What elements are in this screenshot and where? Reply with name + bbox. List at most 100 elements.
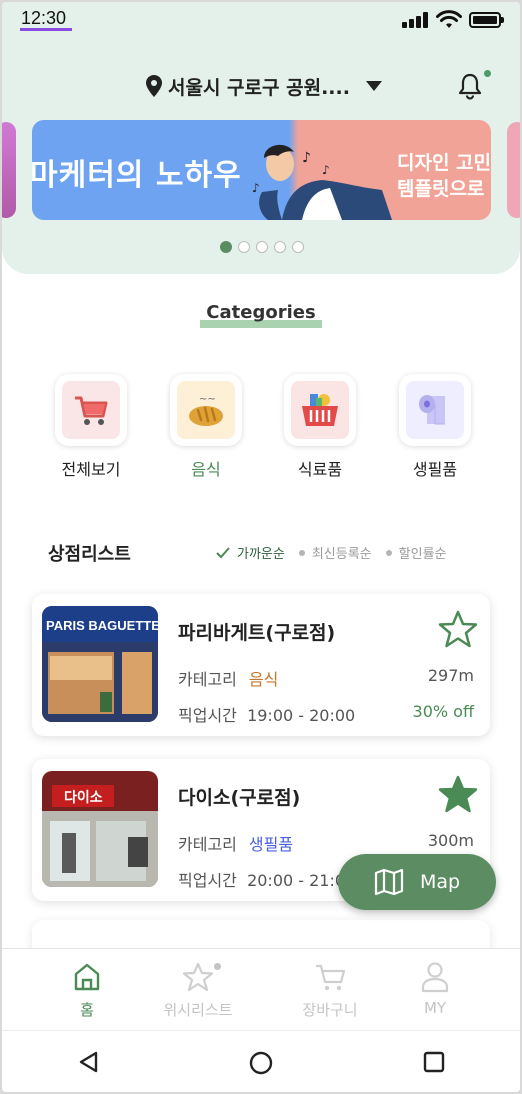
svg-text:♪: ♪ (302, 150, 311, 166)
toilet-paper-icon (419, 395, 445, 425)
carousel-indicator (220, 241, 304, 253)
banner-carousel[interactable]: 마케터의 노하우 ♪ ♪ ♪ 디자인 고민 템플릿으로 (2, 120, 520, 222)
recents-icon[interactable] (423, 1051, 445, 1073)
back-icon[interactable] (78, 1051, 100, 1073)
wishlist-badge-dot (214, 963, 221, 970)
category-tile[interactable]: ~~ (170, 374, 242, 446)
store-category-row: 카테고리 생필품 (178, 831, 293, 855)
store-distance: 300m (427, 831, 474, 850)
bottom-nav: 홈 위시리스트 장바구니 MY (2, 948, 520, 1030)
svg-text:♪: ♪ (252, 181, 260, 195)
star-filled-icon[interactable] (438, 775, 478, 813)
map-button[interactable]: Map (338, 854, 496, 910)
sort-nearest[interactable]: 가까운순 (216, 543, 285, 562)
nav-home[interactable]: 홈 (27, 959, 147, 1020)
status-time: 12:30 (21, 8, 67, 28)
store-category-row: 카테고리 음식 (178, 666, 278, 690)
store-pickup-row: 픽업시간 19:00 - 20:00 (178, 702, 355, 726)
chevron-down-icon (365, 81, 382, 91)
nav-label: 홈 (80, 1001, 94, 1019)
category-icon-bg: ~~ (177, 381, 235, 439)
carousel-dot[interactable] (274, 241, 286, 253)
sort-options: 가까운순 최신등록순 할인률순 (216, 543, 447, 562)
store-card[interactable]: PARIS BAGUETTE 파리바게트(구로점) 카테고리 음식 297m 픽업… (32, 594, 490, 736)
carousel-dot[interactable] (256, 241, 268, 253)
category-all[interactable]: 전체보기 (42, 374, 132, 484)
store-distance: 297m (427, 666, 474, 685)
grocery-basket-icon (302, 394, 338, 426)
carousel-dot[interactable] (292, 241, 304, 253)
check-icon (216, 546, 230, 558)
sort-label: 최신등록순 (311, 547, 372, 562)
category-value: 생필품 (248, 835, 294, 854)
sort-label: 가까운순 (237, 547, 285, 562)
category-key: 카테고리 (178, 835, 237, 854)
pickup-key: 픽업시간 (178, 871, 237, 890)
pickup-time: 19:00 - 20:00 (247, 706, 356, 725)
category-label: 전체보기 (61, 460, 121, 479)
category-label: 음식 (191, 460, 221, 479)
status-bar: 12:30 (2, 2, 520, 38)
nav-wishlist[interactable]: 위시리스트 (138, 959, 258, 1020)
app-screen: 12:30 서울시 구로구 공원.... 마케터의 노하우 ♪ ♪ ♪ 디자인 … (2, 2, 520, 1092)
banner-next-peek[interactable] (507, 122, 520, 218)
nav-my[interactable]: MY (375, 959, 495, 1017)
system-nav-bar (2, 1030, 520, 1092)
home-circle-icon[interactable] (249, 1051, 273, 1075)
banner-left-text: 마케터의 노하우 (32, 158, 242, 193)
star-icon (182, 962, 214, 992)
notification-dot (484, 70, 491, 77)
category-tile[interactable] (399, 374, 471, 446)
banner-slide[interactable]: 마케터의 노하우 ♪ ♪ ♪ 디자인 고민 템플릿으로 (32, 120, 491, 220)
bell-icon[interactable] (458, 72, 482, 100)
sort-discount[interactable]: 할인률순 (385, 543, 447, 562)
cart-icon (316, 964, 346, 991)
nav-cart[interactable]: 장바구니 (270, 959, 390, 1020)
store-name: 다이소(구로점) (178, 787, 301, 809)
category-icon-bg (291, 381, 349, 439)
header: 12:30 서울시 구로구 공원.... 마케터의 노하우 ♪ ♪ ♪ 디자인 … (2, 2, 520, 274)
category-tile[interactable] (284, 374, 356, 446)
svg-text:♪: ♪ (322, 163, 330, 177)
store-sign-text: 다이소 (64, 789, 103, 806)
store-sign-text: PARIS BAGUETTE (46, 618, 158, 633)
bread-icon: ~~ (189, 394, 223, 426)
sort-label: 할인률순 (398, 547, 447, 562)
store-image: PARIS BAGUETTE (42, 606, 158, 722)
location-selector[interactable]: 서울시 구로구 공원.... (146, 72, 382, 100)
nav-label: 위시리스트 (163, 1001, 233, 1019)
wifi-icon (436, 10, 462, 28)
location-pin-icon (146, 75, 162, 97)
battery-icon (469, 12, 504, 28)
categories-title-text: Categories (206, 302, 316, 323)
category-grocery[interactable]: 식료품 (271, 374, 361, 484)
map-label: Map (419, 871, 461, 893)
svg-text:~~: ~~ (199, 394, 216, 405)
carousel-dot[interactable] (238, 241, 250, 253)
store-list-title: 상점리스트 (48, 544, 131, 565)
category-food[interactable]: ~~ 음식 (157, 374, 247, 484)
banner-right-text: 디자인 고민 템플릿으로 (397, 152, 491, 200)
category-icon-bg (62, 381, 120, 439)
sort-newest[interactable]: 최신등록순 (298, 543, 372, 562)
bullet-icon (298, 549, 305, 556)
banner-illustration: ♪ ♪ ♪ (252, 144, 392, 220)
map-icon (374, 868, 404, 896)
shopping-cart-icon (75, 396, 108, 425)
carousel-dot[interactable] (220, 241, 232, 253)
star-outline-icon[interactable] (438, 610, 478, 648)
store-pickup-row: 픽업시간 20:00 - 21:00 (178, 867, 355, 891)
category-tile[interactable] (55, 374, 127, 446)
store-name: 파리바게트(구로점) (178, 622, 336, 644)
user-icon (421, 962, 449, 993)
nav-label: 장바구니 (302, 1001, 358, 1019)
category-key: 카테고리 (178, 670, 237, 689)
categories-title: Categories (2, 302, 520, 323)
category-label: 생필품 (412, 460, 458, 479)
nav-label: MY (423, 999, 447, 1017)
banner-prev-peek[interactable] (2, 122, 16, 218)
category-label: 식료품 (297, 460, 343, 479)
home-icon (74, 963, 100, 991)
category-daily-goods[interactable]: 생필품 (386, 374, 476, 484)
time-underline (20, 28, 72, 31)
